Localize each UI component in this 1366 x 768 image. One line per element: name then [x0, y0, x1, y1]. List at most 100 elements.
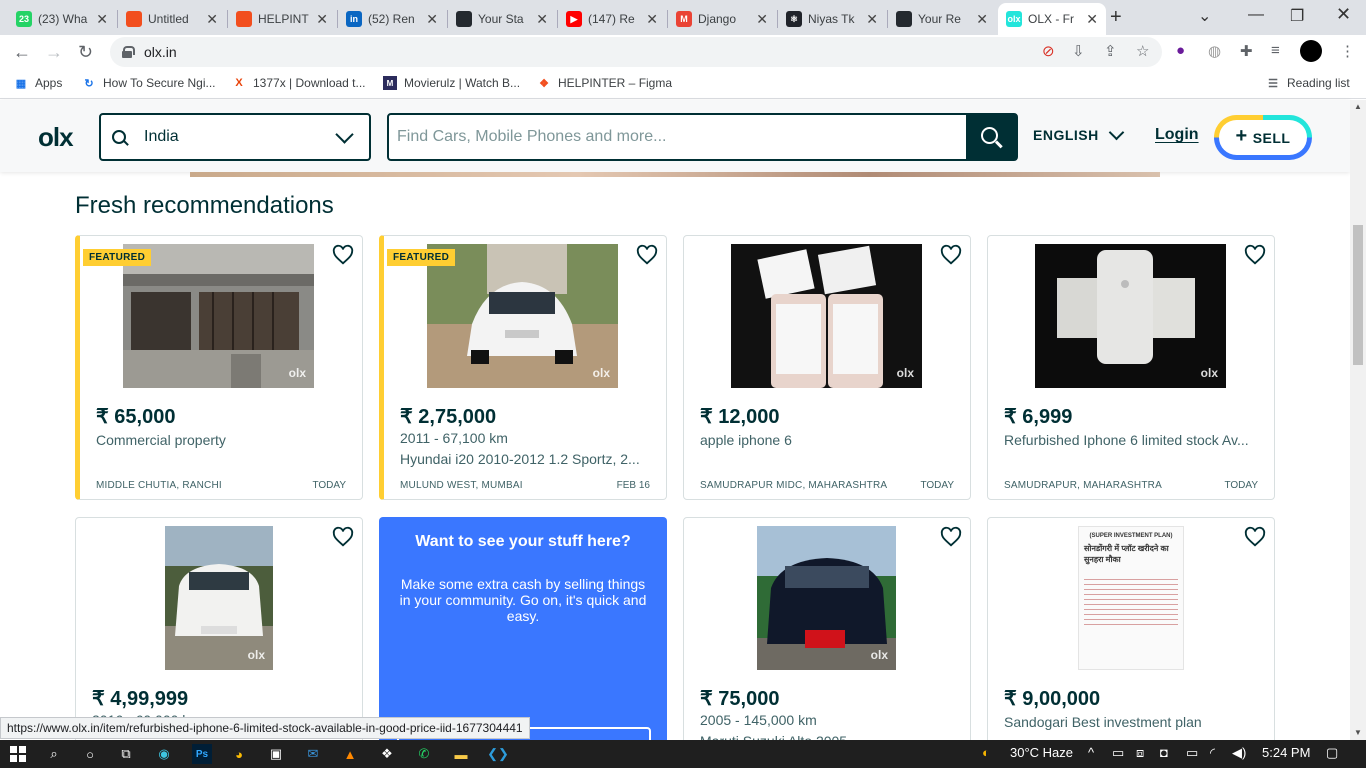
windows-start-icon[interactable] [8, 744, 28, 764]
wifi-icon[interactable]: ◜ [1210, 745, 1215, 761]
bookmark-star-icon[interactable]: ☆ [1136, 42, 1149, 60]
tray-chevron-icon[interactable]: ^ [1088, 745, 1094, 760]
listing-image[interactable]: (SUPER INVESTMENT PLAN) सोनडोंगरी में प्… [1078, 526, 1184, 670]
browser-tab[interactable]: M Django ✕ [668, 3, 776, 35]
listing-card[interactable]: olx FEATURED ₹ 2,75,000 2011 - 67,100 km… [379, 235, 667, 500]
tab-search-icon[interactable]: ⌄ [1198, 6, 1211, 26]
scroll-up-arrow-icon[interactable]: ▲ [1354, 102, 1362, 111]
bookmark-1377x[interactable]: X 1377x | Download t... [232, 76, 365, 90]
task-view-icon[interactable]: ⧉ [116, 744, 136, 764]
edge-icon[interactable]: ◉ [154, 744, 174, 764]
search-button[interactable] [966, 115, 1016, 159]
location-selector[interactable]: India [99, 113, 371, 161]
vertical-scrollbar[interactable]: ▲ ▼ [1350, 100, 1366, 740]
clock[interactable]: 5:24 PM [1262, 745, 1310, 760]
battery-icon[interactable]: ▭ [1186, 745, 1198, 761]
camera-icon[interactable]: ◘ [1160, 745, 1168, 760]
minimize-button[interactable]: — [1248, 6, 1264, 24]
blocked-icon[interactable]: ⊘ [1042, 42, 1055, 60]
close-tab-icon[interactable]: ✕ [316, 11, 328, 28]
browser-tab[interactable]: 23 (23) Wha ✕ [8, 3, 116, 35]
vlc-icon[interactable]: ▲ [340, 744, 360, 764]
close-tab-icon[interactable]: ✕ [536, 11, 548, 28]
favorite-heart-icon[interactable] [940, 526, 962, 548]
promo-banner[interactable] [190, 172, 1160, 177]
listing-image[interactable]: olx [731, 244, 922, 388]
sell-button[interactable]: + SELL [1214, 115, 1312, 160]
file-explorer-icon[interactable]: ▬ [451, 744, 471, 764]
whatsapp-icon[interactable]: ✆ [414, 744, 434, 764]
reload-button[interactable]: ↻ [78, 42, 93, 63]
chrome-icon[interactable]: ◕ [229, 744, 249, 764]
login-link[interactable]: Login [1155, 126, 1199, 144]
close-tab-icon[interactable]: ✕ [96, 11, 108, 28]
bookmark-nginx[interactable]: ↻ How To Secure Ngi... [82, 76, 215, 90]
reading-list-button[interactable]: ☰ Reading list [1266, 76, 1350, 90]
favorite-heart-icon[interactable] [940, 244, 962, 266]
forward-button[interactable]: → [45, 42, 63, 63]
address-bar[interactable]: olx.in [110, 37, 1162, 67]
close-tab-icon[interactable]: ✕ [646, 11, 658, 28]
chevron-down-icon[interactable] [335, 124, 354, 144]
photoshop-icon[interactable]: Ps [192, 744, 212, 764]
close-tab-icon[interactable]: ✕ [426, 11, 438, 28]
vscode-icon[interactable]: ❮❯ [487, 744, 509, 764]
store-icon[interactable]: ▣ [266, 744, 286, 764]
weather-icon[interactable]: ◐ [982, 745, 990, 760]
listing-card[interactable]: olx ₹ 6,999 Refurbished Iphone 6 limited… [987, 235, 1275, 500]
profile-avatar[interactable] [1300, 40, 1322, 62]
bookmark-movierulz[interactable]: M Movierulz | Watch B... [383, 76, 520, 90]
tablet-icon[interactable]: ▭ [1112, 745, 1124, 761]
mail-icon[interactable]: ✉ [303, 744, 323, 764]
close-tab-icon[interactable]: ✕ [206, 11, 218, 28]
close-tab-icon[interactable]: ✕ [976, 11, 988, 28]
close-tab-icon[interactable]: ✕ [866, 11, 878, 28]
listing-image[interactable]: olx [427, 244, 618, 388]
weather-text[interactable]: 30°C Haze [1010, 745, 1073, 760]
cortana-icon[interactable]: ○ [80, 744, 100, 764]
volume-icon[interactable]: ◀) [1232, 745, 1246, 761]
browser-tab[interactable]: ▶ (147) Re ✕ [558, 3, 666, 35]
listing-card[interactable]: olx ₹ 75,000 2005 - 145,000 km Maruti Su… [683, 517, 971, 757]
extensions-puzzle-icon[interactable]: ✚ [1240, 42, 1253, 60]
menu-kebab-icon[interactable]: ⋮ [1340, 42, 1355, 60]
listing-image[interactable]: olx [123, 244, 314, 388]
maximize-button[interactable]: ❐ [1290, 6, 1304, 26]
globe-icon[interactable]: ◍ [1208, 42, 1221, 60]
listing-image[interactable]: olx [757, 526, 896, 670]
browser-tab[interactable]: Your Re ✕ [888, 3, 996, 35]
olx-logo[interactable]: olx [38, 122, 74, 153]
search-input[interactable] [389, 115, 966, 159]
browser-tab[interactable]: HELPINT ✕ [228, 3, 336, 35]
listing-card[interactable]: (SUPER INVESTMENT PLAN) सोनडोंगरी में प्… [987, 517, 1275, 757]
notification-icon[interactable]: ▢ [1326, 745, 1338, 761]
figma-icon[interactable]: ❖ [377, 744, 397, 764]
favorite-heart-icon[interactable] [1244, 526, 1266, 548]
close-tab-icon[interactable]: ✕ [1086, 11, 1098, 28]
browser-tab[interactable]: ⚛ Niyas Tk ✕ [778, 3, 886, 35]
listing-card[interactable]: olx ₹ 12,000 apple iphone 6 SAMUDRAPUR M… [683, 235, 971, 500]
listing-card[interactable]: olx FEATURED ₹ 65,000 Commercial propert… [75, 235, 363, 500]
close-tab-icon[interactable]: ✕ [756, 11, 768, 28]
listing-image[interactable]: olx [165, 526, 273, 670]
favorite-heart-icon[interactable] [332, 526, 354, 548]
extension-download-icon[interactable]: ● [1176, 42, 1185, 59]
install-icon[interactable]: ⇩ [1072, 42, 1085, 60]
display-icon[interactable]: ⧈ [1136, 745, 1144, 761]
favorite-heart-icon[interactable] [636, 244, 658, 266]
lock-icon[interactable] [122, 46, 135, 58]
favorite-heart-icon[interactable] [1244, 244, 1266, 266]
browser-tab[interactable]: olx OLX - Fr ✕ [998, 3, 1106, 35]
scrollbar-thumb[interactable] [1353, 225, 1363, 365]
bookmark-apps[interactable]: ▦ Apps [14, 76, 63, 90]
browser-tab[interactable]: in (52) Ren ✕ [338, 3, 446, 35]
browser-tab[interactable]: Your Sta ✕ [448, 3, 556, 35]
search-icon[interactable]: ⌕ [44, 744, 64, 764]
new-tab-button[interactable]: + [1110, 6, 1122, 29]
share-icon[interactable]: ⇪ [1104, 42, 1117, 60]
favorite-heart-icon[interactable] [332, 244, 354, 266]
close-window-button[interactable]: ✕ [1336, 4, 1351, 25]
scroll-down-arrow-icon[interactable]: ▼ [1354, 728, 1362, 737]
browser-tab[interactable]: Untitled ✕ [118, 3, 226, 35]
bookmark-figma[interactable]: ❖ HELPINTER – Figma [537, 76, 672, 90]
